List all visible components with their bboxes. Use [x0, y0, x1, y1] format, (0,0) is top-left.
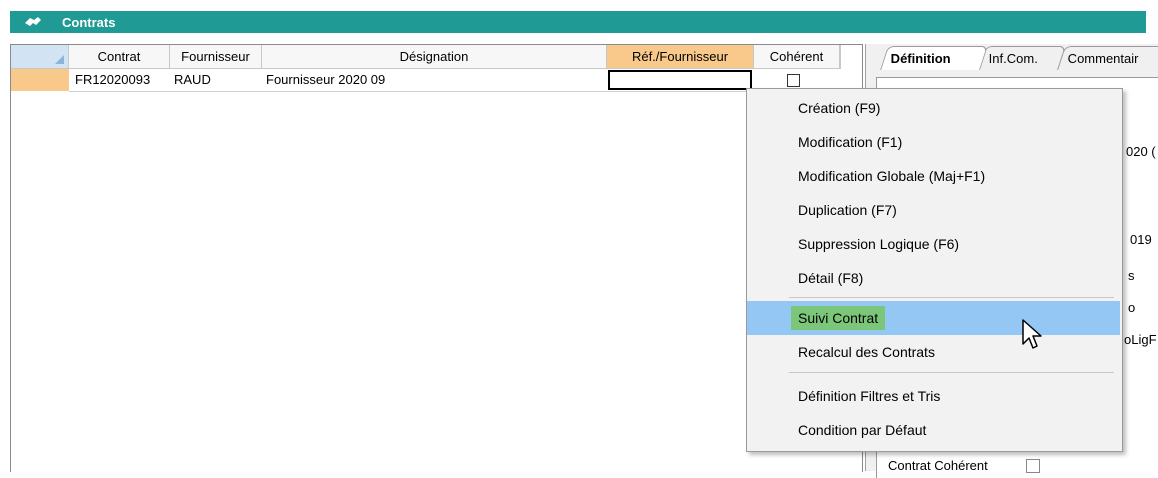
window-title: Contrats [62, 15, 116, 30]
menu-item-duplication[interactable]: Duplication (F7) [747, 193, 1120, 227]
window-titlebar: Contrats [10, 11, 1146, 33]
mouse-cursor-icon [1022, 319, 1042, 349]
menu-item-modification-globale[interactable]: Modification Globale (Maj+F1) [747, 159, 1120, 193]
tab-inf-com[interactable]: Inf.Com. [978, 46, 1066, 70]
column-header-fournisseur[interactable]: Fournisseur [170, 45, 262, 69]
menu-item-detail[interactable]: Détail (F8) [747, 261, 1120, 295]
context-menu: Création (F9) Modification (F1) Modifica… [746, 88, 1123, 452]
cell-coherent-checkbox[interactable] [787, 74, 800, 87]
tab-definition[interactable]: Définition [880, 46, 988, 70]
column-header-coherent[interactable]: Cohérent [754, 45, 840, 69]
row-selector[interactable] [11, 69, 69, 91]
column-header-ref-fournisseur[interactable]: Réf./Fournisseur [607, 45, 754, 69]
fragment-text: o [1128, 300, 1136, 315]
handshake-icon [25, 17, 41, 26]
fragment-text: 019 [1130, 232, 1152, 247]
column-header-contrat[interactable]: Contrat [69, 45, 170, 69]
menu-item-modification[interactable]: Modification (F1) [747, 125, 1120, 159]
cell-designation[interactable]: Fournisseur 2020 09 [262, 69, 607, 91]
fragment-text: s [1128, 268, 1135, 283]
menu-item-definition-filtres[interactable]: Définition Filtres et Tris [747, 379, 1120, 413]
menu-separator [789, 372, 1114, 373]
menu-item-recalcul-contrats[interactable]: Recalcul des Contrats [747, 335, 1120, 369]
cell-fournisseur[interactable]: RAUD [170, 69, 262, 91]
menu-item-suppression-logique[interactable]: Suppression Logique (F6) [747, 227, 1120, 261]
menu-separator [789, 297, 1114, 298]
grid-corner[interactable] [11, 45, 69, 69]
contracts-grid: Contrat Fournisseur Désignation Réf./Fou… [10, 44, 863, 472]
tab-commentaire[interactable]: Commentair [1057, 46, 1158, 70]
column-header-designation[interactable]: Désignation [262, 45, 607, 69]
cell-ref-fournisseur-editor[interactable] [608, 70, 752, 90]
menu-item-suivi-contrat[interactable]: Suivi Contrat [747, 301, 1120, 335]
menu-item-creation[interactable]: Création (F9) [747, 91, 1120, 125]
menu-item-condition-defaut[interactable]: Condition par Défaut [747, 413, 1120, 447]
fragment-text: oLigF [1124, 332, 1157, 347]
cell-contrat[interactable]: FR12020093 [71, 69, 170, 91]
fragment-text: 020 ( [1126, 144, 1156, 159]
